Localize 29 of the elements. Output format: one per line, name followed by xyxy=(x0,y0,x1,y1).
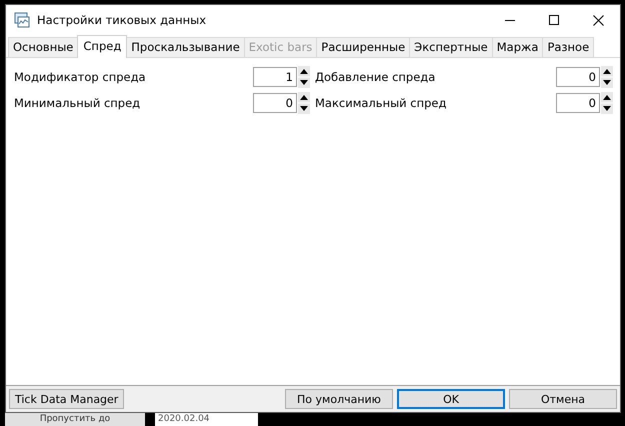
tab[interactable]: Проскальзывание xyxy=(126,37,245,57)
dialog-button[interactable]: OK xyxy=(397,389,505,410)
dialog-button[interactable]: Отмена xyxy=(509,389,617,410)
tab[interactable]: Основные xyxy=(8,37,78,57)
spin-arrows-icon[interactable] xyxy=(601,92,613,114)
dialog-button[interactable]: По умолчанию xyxy=(285,389,393,410)
number-field[interactable]: 0 xyxy=(253,93,297,113)
tab[interactable]: Экспертные xyxy=(409,37,493,57)
field-label: Модификатор спреда xyxy=(13,70,147,84)
window-title: Настройки тиковых данных xyxy=(37,13,206,27)
dialog-button[interactable]: Tick Data Manager xyxy=(9,389,124,410)
number-field[interactable]: 0 xyxy=(556,67,600,87)
field-label: Минимальный спред xyxy=(13,96,142,110)
field-label: Добавление спреда xyxy=(314,70,436,84)
number-field[interactable]: 0 xyxy=(556,93,600,113)
tab[interactable]: Разное xyxy=(542,37,594,57)
tab[interactable]: Маржа xyxy=(492,37,544,57)
chart-window-icon xyxy=(14,12,30,28)
field-label: Максимальный спред xyxy=(314,96,448,110)
maximize-icon[interactable] xyxy=(549,15,559,25)
skip-to-button[interactable]: Пропустить до xyxy=(5,413,145,426)
spin-arrows-icon[interactable] xyxy=(601,66,613,88)
close-icon[interactable] xyxy=(593,14,604,26)
spin-arrows-icon[interactable] xyxy=(298,66,310,88)
tab[interactable]: Спред xyxy=(77,35,128,58)
date-field[interactable]: 2020.02.04 xyxy=(155,413,258,426)
spin-arrows-icon[interactable] xyxy=(298,92,310,114)
number-field[interactable]: 1 xyxy=(253,67,297,87)
tab[interactable]: Расширенные xyxy=(316,37,410,57)
